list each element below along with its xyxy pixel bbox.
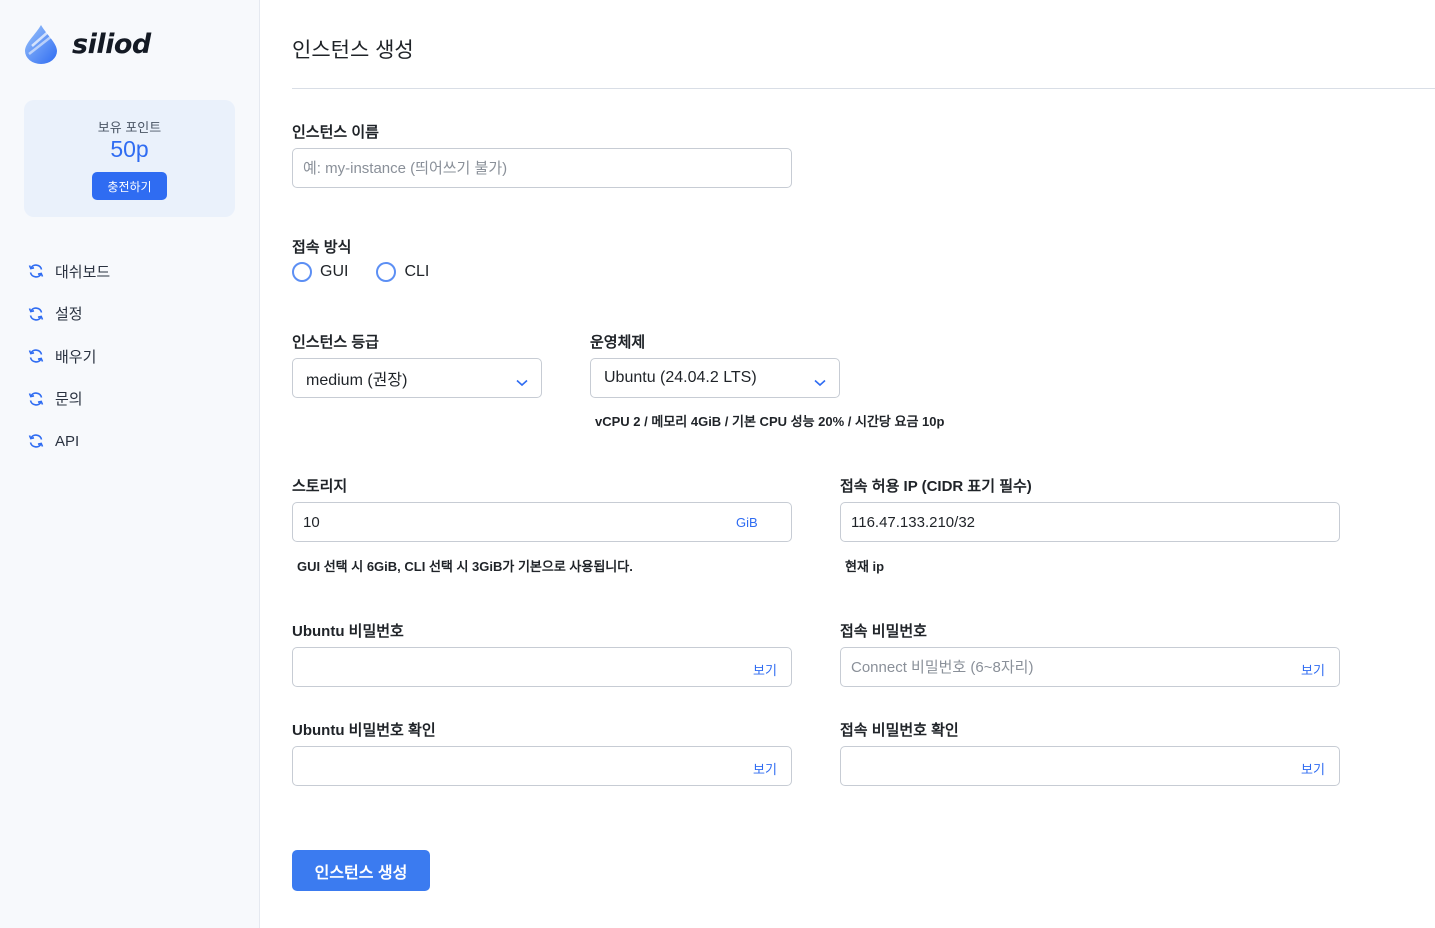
- app-window: siliod 보유 포인트 50p 충전하기 대쉬보드 설정 배우기 문의 AP…: [0, 0, 1435, 928]
- sidebar-item-label: 대쉬보드: [55, 263, 111, 281]
- radio-circle: [376, 262, 397, 282]
- radio-circle: [292, 262, 312, 282]
- sidebar-item-label: API: [55, 432, 80, 450]
- sidebar-item-label: 배우기: [55, 348, 97, 366]
- connect-password-input[interactable]: [840, 647, 1340, 687]
- droplet-logo-icon: [24, 24, 58, 64]
- main-content: 인스턴스 생성 인스턴스 이름 접속 방식 GUI CLI 인스턴스 등급 me…: [260, 0, 1435, 928]
- current-ip-link[interactable]: 현재 ip: [845, 556, 884, 575]
- sidebar: siliod 보유 포인트 50p 충전하기 대쉬보드 설정 배우기 문의 AP…: [0, 0, 260, 928]
- sidebar-item-api[interactable]: API: [28, 420, 110, 463]
- os-label: 운영체제: [590, 334, 646, 351]
- allowed-ip-label: 접속 허용 IP (CIDR 표기 필수): [840, 478, 1032, 495]
- points-card: 보유 포인트 50p 충전하기: [24, 100, 235, 217]
- sidebar-item-learn[interactable]: 배우기: [28, 335, 110, 378]
- refresh-icon: [28, 433, 44, 449]
- spec-text: vCPU 2 / 메모리 4GiB / 기본 CPU 성능 20% / 시간당 …: [595, 414, 945, 429]
- refresh-icon: [28, 391, 44, 407]
- connect-password-confirm-show-button[interactable]: 보기: [1301, 759, 1325, 778]
- radio-gui[interactable]: GUI: [292, 262, 348, 282]
- brand-name: siliod: [72, 28, 151, 60]
- radio-label: CLI: [404, 263, 430, 280]
- refresh-icon: [28, 348, 44, 364]
- sidebar-item-settings[interactable]: 설정: [28, 293, 110, 336]
- instance-grade-value: medium (권장): [306, 372, 408, 389]
- sidebar-item-dashboard[interactable]: 대쉬보드: [28, 250, 110, 293]
- storage-label: 스토리지: [292, 478, 348, 495]
- instance-name-input[interactable]: [292, 148, 792, 188]
- connect-password-confirm-label: 접속 비밀번호 확인: [840, 722, 959, 739]
- sidebar-item-contact[interactable]: 문의: [28, 378, 110, 421]
- ubuntu-password-confirm-input[interactable]: [292, 746, 792, 786]
- connect-password-show-button[interactable]: 보기: [1301, 660, 1325, 679]
- connect-password-confirm-input[interactable]: [840, 746, 1340, 786]
- sidebar-item-label: 설정: [55, 306, 83, 324]
- radio-cli[interactable]: CLI: [376, 262, 429, 282]
- ubuntu-password-confirm-label: Ubuntu 비밀번호 확인: [292, 722, 436, 739]
- points-value: 50p: [110, 136, 149, 162]
- access-method-label: 접속 방식: [292, 239, 352, 256]
- points-label: 보유 포인트: [97, 120, 162, 135]
- os-select[interactable]: Ubuntu (24.04.2 LTS): [590, 358, 840, 398]
- chevron-down-icon: [814, 374, 826, 387]
- storage-unit: GiB: [736, 515, 758, 530]
- sidebar-item-label: 문의: [55, 391, 83, 409]
- os-value: Ubuntu (24.04.2 LTS): [604, 369, 757, 386]
- ubuntu-password-confirm-show-button[interactable]: 보기: [753, 759, 777, 778]
- chevron-down-icon: [516, 374, 528, 387]
- access-method-radio-group: GUI CLI: [292, 262, 457, 282]
- connect-password-label: 접속 비밀번호: [840, 623, 927, 640]
- brand-logo[interactable]: siliod: [24, 24, 151, 64]
- charge-button[interactable]: 충전하기: [92, 172, 167, 200]
- sidebar-nav: 대쉬보드 설정 배우기 문의 API: [28, 250, 110, 463]
- storage-input[interactable]: [292, 502, 792, 542]
- title-divider: [292, 88, 1435, 89]
- ubuntu-password-input[interactable]: [292, 647, 792, 687]
- create-instance-button[interactable]: 인스턴스 생성: [292, 850, 430, 891]
- ubuntu-password-label: Ubuntu 비밀번호: [292, 623, 404, 640]
- refresh-icon: [28, 306, 44, 322]
- page-title: 인스턴스 생성: [292, 39, 414, 62]
- storage-helper: GUI 선택 시 6GiB, CLI 선택 시 3GiB가 기본으로 사용됩니다…: [297, 559, 633, 574]
- ubuntu-password-show-button[interactable]: 보기: [753, 660, 777, 679]
- allowed-ip-input[interactable]: [840, 502, 1340, 542]
- instance-name-label: 인스턴스 이름: [292, 124, 379, 141]
- radio-label: GUI: [320, 263, 349, 280]
- instance-grade-label: 인스턴스 등급: [292, 334, 379, 351]
- refresh-icon: [28, 263, 44, 279]
- instance-grade-select[interactable]: medium (권장): [292, 358, 542, 398]
